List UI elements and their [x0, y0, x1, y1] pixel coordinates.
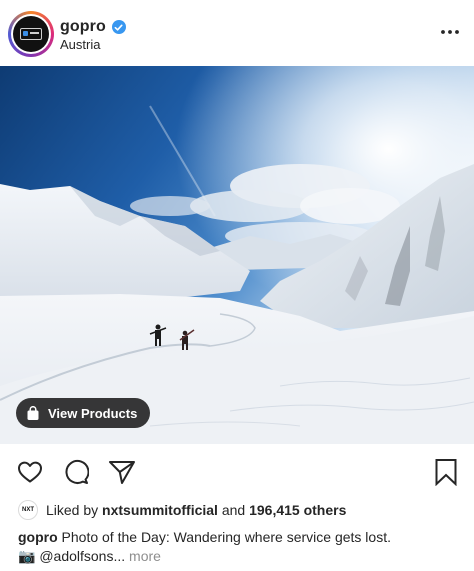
save-button[interactable]	[430, 456, 462, 488]
location[interactable]: Austria	[60, 37, 100, 52]
verified-badge-icon	[111, 20, 126, 34]
camera-emoji-icon: 📷	[18, 548, 36, 564]
more-options-button[interactable]	[438, 22, 462, 42]
comment-button[interactable]	[60, 456, 92, 488]
share-icon	[109, 461, 135, 484]
liked-by-conjunction: and	[221, 502, 246, 518]
camera-logo-icon	[20, 28, 42, 40]
caption-mention-link[interactable]: @adolfsons...	[39, 548, 125, 564]
liker-avatar[interactable]: NXT	[18, 500, 38, 520]
avatar[interactable]	[8, 11, 54, 57]
likes-count-link[interactable]: 196,415 others	[249, 502, 346, 518]
post-header: gopro Austria	[0, 0, 474, 66]
caption-more-link[interactable]: more	[129, 548, 161, 564]
gopro-logo	[13, 16, 49, 52]
likes-summary: NXT Liked by nxtsummitofficial and 196,4…	[18, 500, 346, 520]
liked-by-prefix: Liked by	[46, 502, 99, 518]
post-caption: gopro Photo of the Day: Wandering where …	[18, 528, 468, 566]
caption-username[interactable]: gopro	[18, 529, 58, 545]
liked-by-user-link[interactable]: nxtsummitofficial	[102, 502, 218, 518]
bookmark-icon	[435, 459, 457, 486]
view-products-button[interactable]: View Products	[16, 398, 151, 428]
ellipsis-icon	[441, 30, 459, 34]
action-bar	[0, 450, 474, 494]
view-products-label: View Products	[48, 405, 138, 421]
post-photo[interactable]: View Products	[0, 66, 474, 444]
username[interactable]: gopro	[60, 18, 106, 36]
comment-icon	[65, 460, 89, 484]
share-button[interactable]	[106, 456, 138, 488]
caption-text: Photo of the Day: Wandering where servic…	[61, 529, 391, 545]
heart-icon	[18, 461, 42, 483]
like-button[interactable]	[14, 456, 46, 488]
snowy-mountain-photo	[0, 66, 474, 444]
shopping-bag-icon	[27, 405, 39, 420]
